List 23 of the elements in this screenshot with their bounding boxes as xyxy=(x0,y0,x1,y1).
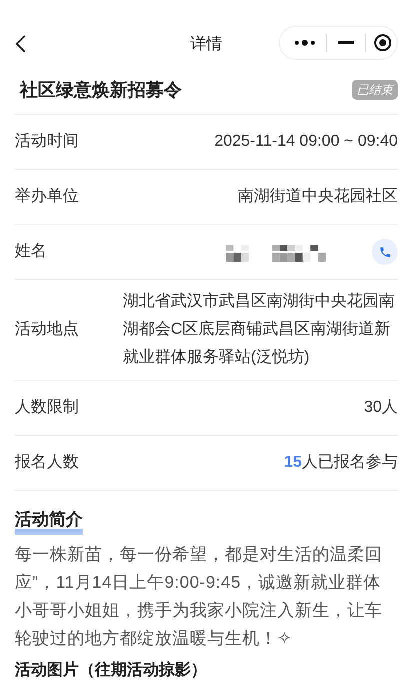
field-value: 2025-11-14 09:00 ~ 09:40 xyxy=(214,132,398,152)
field-value: 湖北省武汉市武昌区南湖街中央花园南湖都会C区底层商铺武昌区南湖街道新就业群体服务驿站(泛悦坊) xyxy=(123,293,395,366)
section-heading: 活动简介 xyxy=(15,510,83,529)
phone-button[interactable] xyxy=(372,239,398,265)
field-value: 南湖街道中央花园社区 xyxy=(238,186,398,207)
field-label: 活动地点 xyxy=(15,320,79,340)
minimize-icon[interactable] xyxy=(338,41,354,45)
activity-title: 社区绿意焕新招募令 xyxy=(20,78,182,102)
intro-text: 每一株新苗，每一份希望，都是对生活的温柔回应”，11月14日上午9:00-9:45，诚邀新就业群体小哥哥小姐姐，携手为我家小院注入新生，让车轮驶过的地方都绽放温暖与生机！✧ xyxy=(15,544,384,650)
back-icon[interactable] xyxy=(15,35,27,53)
more-icon[interactable] xyxy=(293,39,317,47)
field-value: 15人已报名参与 xyxy=(284,452,398,473)
close-icon[interactable] xyxy=(374,34,392,52)
field-label: 姓名 xyxy=(15,242,47,262)
field-label: 举办单位 xyxy=(15,186,79,207)
section-heading: 活动图片（往期活动掠影） xyxy=(15,660,208,681)
field-label: 报名人数 xyxy=(15,453,79,473)
page-title: 详情 xyxy=(190,34,222,55)
field-label: 活动时间 xyxy=(15,132,79,152)
status-tag: 已结束 xyxy=(352,80,398,100)
field-label: 人数限制 xyxy=(15,398,79,418)
phone-icon xyxy=(378,246,392,258)
field-value: 30人 xyxy=(364,398,398,418)
